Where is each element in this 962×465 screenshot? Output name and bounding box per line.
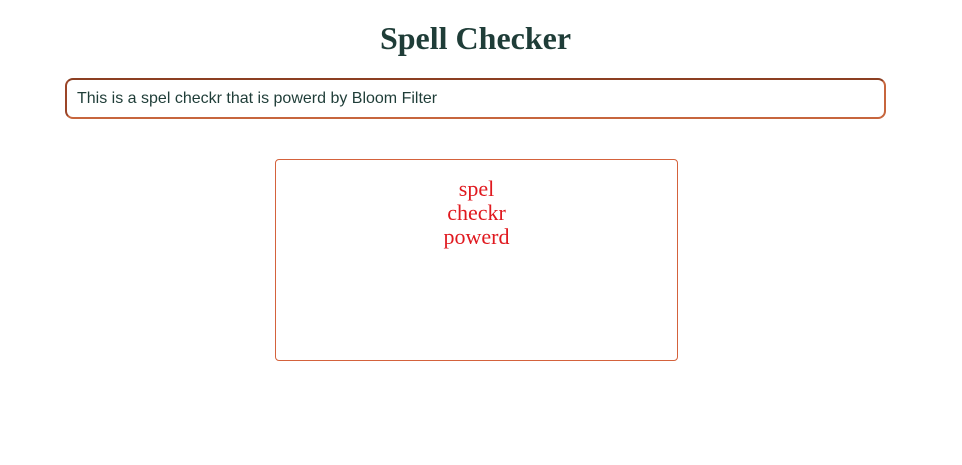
page-title: Spell Checker <box>379 20 572 56</box>
page: Spell Checker spel checkr powerd <box>0 0 962 465</box>
misspelled-words-list: spel checkr powerd <box>276 177 677 249</box>
text-input[interactable] <box>65 78 886 119</box>
misspelled-words-panel: spel checkr powerd <box>275 159 678 361</box>
misspelled-word: spel <box>458 176 495 201</box>
misspelled-word: powerd <box>443 224 510 249</box>
misspelled-word: checkr <box>447 200 506 225</box>
